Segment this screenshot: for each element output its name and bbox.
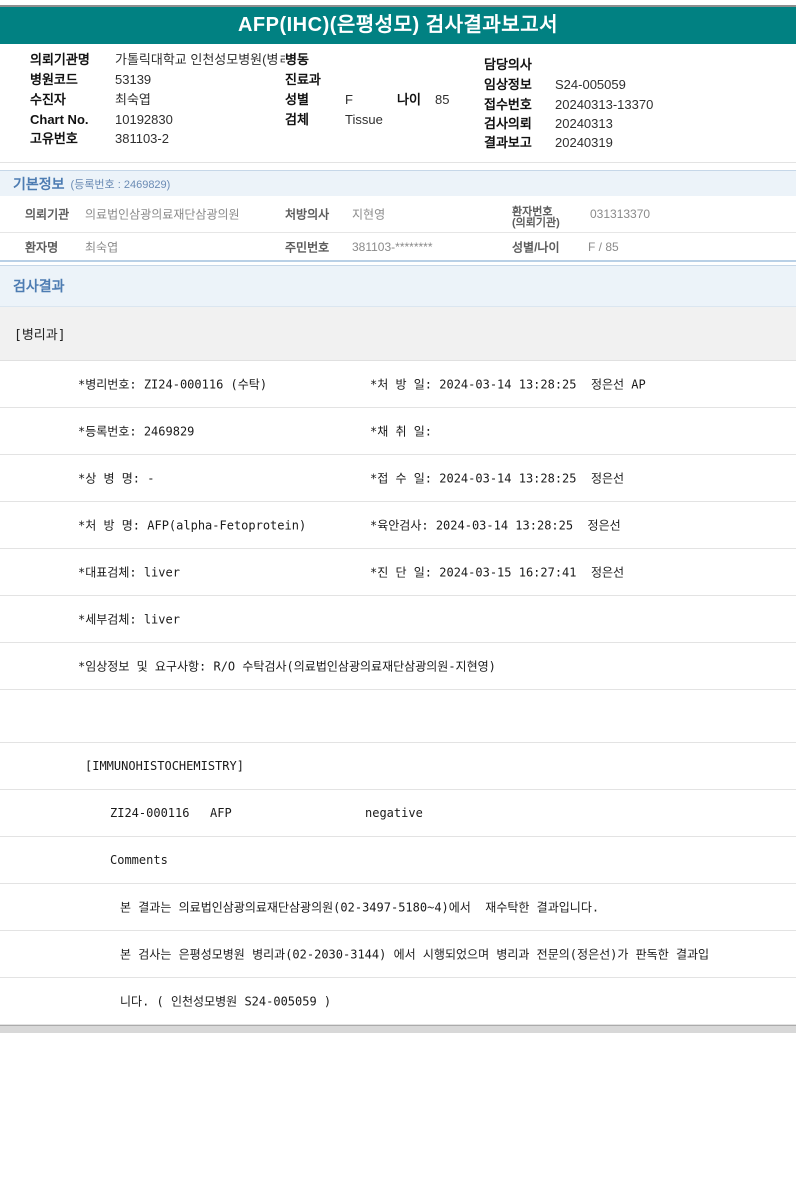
diagnosis-name: *상 병 명: - xyxy=(78,470,154,487)
value-report-date: 20240319 xyxy=(555,135,613,151)
label-referring-org: 의뢰기관 xyxy=(25,206,69,223)
basic-info-row-1: 의뢰기관 의료법인삼광의료재단삼광의원 처방의사 지현영 환자번호 (의뢰기관)… xyxy=(0,196,796,233)
ihc-code: ZI24-000116 xyxy=(110,806,189,820)
comment-line-1: 본 결과는 의료법인삼광의료재단삼광의원(02-3497-5180~4)에서 재… xyxy=(120,899,599,916)
label-patient-no-line2: (의뢰기관) xyxy=(512,217,560,229)
diagnosis-date: *진 단 일: 2024-03-15 16:27:41 정은선 xyxy=(370,564,624,581)
gross-exam-date: *육안검사: 2024-03-14 13:28:25 정은선 xyxy=(370,517,621,534)
result-row-comments-label: Comments xyxy=(0,837,796,884)
label-attending-doctor: 담당의사 xyxy=(484,57,532,73)
result-row-ihc-header: [IMMUNOHISTOCHEMISTRY] xyxy=(0,743,796,790)
label-hospital-code: 병원코드 xyxy=(30,72,78,88)
receipt-date: *접 수 일: 2024-03-14 13:28:25 정은선 xyxy=(370,470,624,487)
value-patient-name: 최숙엽 xyxy=(115,92,151,108)
result-row-comment-3: 니다. ( 인천성모병원 S24-005059 ) xyxy=(0,978,796,1025)
value-request-date: 20240313 xyxy=(555,116,613,132)
label-department: 진료과 xyxy=(285,72,321,88)
label-accession-no: 접수번호 xyxy=(484,97,532,113)
value-hospital-code: 53139 xyxy=(115,72,151,88)
section-results-header: 검사결과 xyxy=(0,265,796,307)
value-requesting-org: 가톨릭대학교 인천성모병원(병ㄹ xyxy=(115,52,285,68)
value-accession-no: 20240313-13370 xyxy=(555,97,653,113)
result-row-ihc-data: ZI24-000116 AFP negative xyxy=(0,790,796,837)
value-resident-no: 381103-******** xyxy=(352,240,433,254)
comments-label: Comments xyxy=(110,853,168,867)
department-label: [병리과] xyxy=(14,324,66,343)
value-specimen: Tissue xyxy=(345,112,383,128)
results-title: 검사결과 xyxy=(13,276,65,296)
page-title: AFP(IHC)(은평성모) 검사결과보고서 xyxy=(238,14,558,36)
label-ward: 병동 xyxy=(285,52,309,68)
department-row: [병리과] xyxy=(0,307,796,361)
label-report-date: 결과보고 xyxy=(484,135,532,151)
registration-no: *등록번호: 2469829 xyxy=(78,423,194,440)
label-clinical-info: 임상정보 xyxy=(484,77,532,93)
report-title-bar: AFP(IHC)(은평성모) 검사결과보고서 xyxy=(0,5,796,44)
section-basic-info-header: 기본정보 (등록번호 : 2469829) xyxy=(0,170,796,196)
basic-info-title: 기본정보 xyxy=(13,174,65,194)
label-patient-name: 수진자 xyxy=(30,92,66,108)
result-row-blank xyxy=(0,690,796,743)
pathology-no: *병리번호: ZI24-000116 (수탁) xyxy=(78,376,267,393)
result-row-clinical-request: *임상정보 및 요구사항: R/O 수탁검사(의료법인삼광의료재단삼광의원-지현… xyxy=(0,643,796,690)
result-row-diagnosis-name: *상 병 명: - *접 수 일: 2024-03-14 13:28:25 정은… xyxy=(0,455,796,502)
label-prescribing-doctor: 처방의사 xyxy=(285,206,329,223)
value-prescribing-doctor: 지현영 xyxy=(352,206,385,223)
value-chart-no: 10192830 xyxy=(115,112,173,128)
collection-date: *채 취 일: xyxy=(370,423,432,440)
result-row-main-specimen: *대표검체: liver *진 단 일: 2024-03-15 16:27:41… xyxy=(0,549,796,596)
value-patient-no: 031313370 xyxy=(590,207,650,221)
sub-specimen: *세부검체: liver xyxy=(78,611,180,628)
label-patient-name2: 환자명 xyxy=(25,238,58,255)
value-clinical-info: S24-005059 xyxy=(555,77,626,93)
label-specimen: 검체 xyxy=(285,112,309,128)
result-row-comment-2: 본 검사는 은평성모병원 병리과(02-2030-3144) 에서 시행되었으며… xyxy=(0,931,796,978)
result-row-order-name: *처 방 명: AFP(alpha-Fetoprotein) *육안검사: 20… xyxy=(0,502,796,549)
value-unique-no: 381103-2 xyxy=(115,131,169,147)
comment-line-3: 니다. ( 인천성모병원 S24-005059 ) xyxy=(120,993,331,1010)
patient-summary: 의뢰기관명 병원코드 수진자 Chart No. 고유번호 가톨릭대학교 인천성… xyxy=(0,52,796,163)
result-row-registration-no: *등록번호: 2469829 *채 취 일: xyxy=(0,408,796,455)
label-resident-no: 주민번호 xyxy=(285,238,329,255)
label-unique-no: 고유번호 xyxy=(30,131,78,147)
value-sex: F xyxy=(345,92,353,108)
bottom-bar xyxy=(0,1025,796,1033)
value-sex-age: F / 85 xyxy=(588,240,619,254)
value-age: 85 xyxy=(435,92,449,108)
basic-info-registration-no: (등록번호 : 2469829) xyxy=(71,176,171,192)
main-specimen: *대표검체: liver xyxy=(78,564,180,581)
label-sex: 성별 xyxy=(285,92,309,108)
comment-line-2: 본 검사는 은평성모병원 병리과(02-2030-3144) 에서 시행되었으며… xyxy=(120,946,709,963)
ihc-result: negative xyxy=(365,806,423,820)
label-age: 나이 xyxy=(397,92,421,108)
label-chart-no: Chart No. xyxy=(30,112,89,128)
label-requesting-org: 의뢰기관명 xyxy=(30,52,90,68)
result-row-comment-1: 본 결과는 의료법인삼광의료재단삼광의원(02-3497-5180~4)에서 재… xyxy=(0,884,796,931)
label-request-date: 검사의뢰 xyxy=(484,116,532,132)
label-sex-age: 성별/나이 xyxy=(512,238,560,255)
report-page: AFP(IHC)(은평성모) 검사결과보고서 의뢰기관명 병원코드 수진자 Ch… xyxy=(0,0,796,1191)
result-row-sub-specimen: *세부검체: liver xyxy=(0,596,796,643)
clinical-request: *임상정보 및 요구사항: R/O 수탁검사(의료법인삼광의료재단삼광의원-지현… xyxy=(78,658,496,675)
ihc-section-title: [IMMUNOHISTOCHEMISTRY] xyxy=(85,759,244,773)
order-name: *처 방 명: AFP(alpha-Fetoprotein) xyxy=(78,517,306,534)
basic-info-row-2: 환자명 최숙엽 주민번호 381103-******** 성별/나이 F / 8… xyxy=(0,233,796,262)
result-row-pathology-no: *병리번호: ZI24-000116 (수탁) *처 방 일: 2024-03-… xyxy=(0,361,796,408)
ihc-test-name: AFP xyxy=(210,806,232,820)
value-patient-name2: 최숙엽 xyxy=(85,238,118,255)
prescription-date: *처 방 일: 2024-03-14 13:28:25 정은선 AP xyxy=(370,376,646,393)
value-referring-org: 의료법인삼광의료재단삼광의원 xyxy=(85,206,240,223)
